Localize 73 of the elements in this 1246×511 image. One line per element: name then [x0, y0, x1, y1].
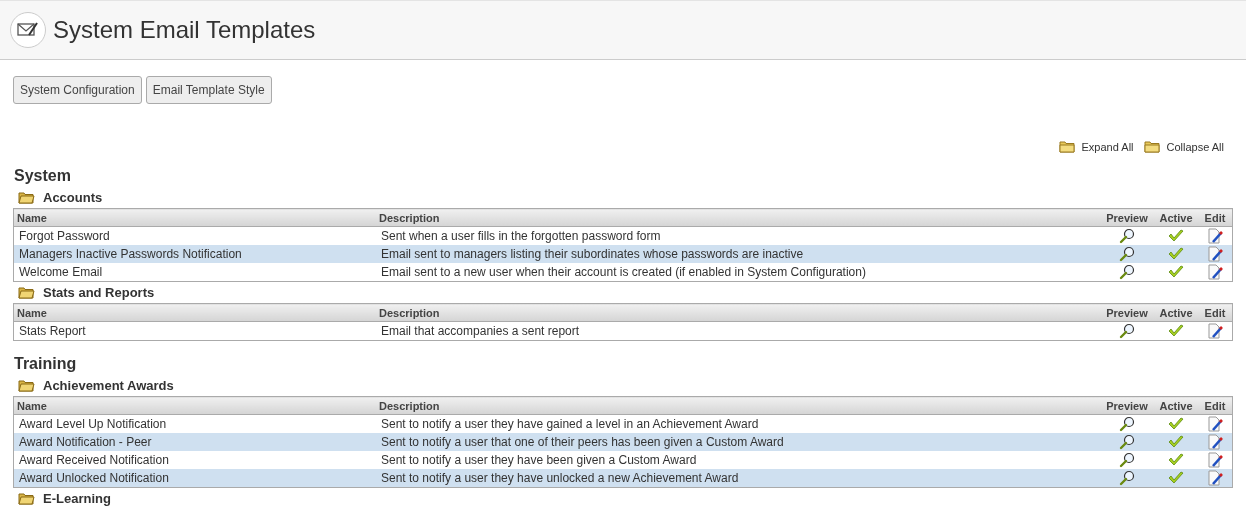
folder-icon[interactable] [18, 492, 35, 505]
search-icon[interactable] [1119, 228, 1135, 244]
checkmark-icon[interactable] [1168, 265, 1184, 279]
template-name: Award Notification - Peer [13, 433, 376, 451]
section-title: System [14, 167, 72, 185]
search-icon[interactable] [1119, 246, 1135, 262]
section-title: Training [14, 355, 78, 373]
template-description: Sent to notify a user they have unlocked a new Achievement Award [376, 469, 1100, 488]
checkmark-icon[interactable] [1168, 453, 1184, 467]
tree-link[interactable]: Collapse All [1166, 140, 1224, 153]
checkmark-icon[interactable] [1168, 435, 1184, 449]
search-icon[interactable] [1119, 264, 1135, 280]
template-name: Forgot Password [13, 226, 376, 245]
column-header: Active [1154, 396, 1198, 415]
column-header: Active [1154, 303, 1198, 322]
column-header: Preview [1100, 396, 1154, 415]
edit-icon[interactable] [1207, 434, 1223, 450]
column-header: Name [13, 303, 376, 322]
checkmark-icon[interactable] [1168, 247, 1184, 261]
template-description: Email sent to a new user when their account is created (if enabled in System Configuration) [376, 263, 1100, 282]
group-title[interactable]: Achievement Awards [43, 378, 174, 393]
folder-icon [1143, 140, 1161, 153]
checkmark-icon[interactable] [1168, 417, 1184, 431]
search-icon[interactable] [1119, 434, 1135, 450]
search-icon[interactable] [1119, 416, 1135, 432]
edit-icon[interactable] [1207, 452, 1223, 468]
edit-icon[interactable] [1207, 416, 1223, 432]
toolbar-button[interactable]: System Configuration [13, 76, 142, 104]
edit-icon[interactable] [1207, 470, 1223, 486]
template-description: Sent to notify a user that one of their peers has been given a Custom Award [376, 433, 1100, 451]
group-title[interactable]: E-Learning [43, 491, 111, 506]
column-header: Active [1154, 208, 1198, 227]
template-description: Sent to notify a user they have been given a Custom Award [376, 451, 1100, 469]
template-description: Email sent to managers listing their subordinates whose passwords are inactive [376, 245, 1100, 263]
column-header: Description [376, 303, 1100, 322]
template-description: Email that accompanies a sent report [376, 321, 1100, 341]
template-description: Sent to notify a user they have gained a level in an Achievement Award [376, 414, 1100, 433]
search-icon[interactable] [1119, 452, 1135, 468]
template-description: Sent when a user fills in the forgotten password form [376, 226, 1100, 245]
folder-icon[interactable] [18, 191, 35, 204]
envelope-icon [10, 12, 46, 48]
edit-icon[interactable] [1207, 323, 1223, 339]
column-header: Edit [1198, 303, 1233, 322]
template-name: Award Unlocked Notification [13, 469, 376, 488]
column-header: Preview [1100, 303, 1154, 322]
template-name: Award Level Up Notification [13, 414, 376, 433]
edit-icon[interactable] [1207, 246, 1223, 262]
checkmark-icon[interactable] [1168, 471, 1184, 485]
search-icon[interactable] [1119, 323, 1135, 339]
group-title[interactable]: Accounts [43, 190, 103, 205]
edit-icon[interactable] [1207, 264, 1223, 280]
search-icon[interactable] [1119, 470, 1135, 486]
folder-icon[interactable] [18, 379, 35, 392]
edit-icon[interactable] [1207, 228, 1223, 244]
folder-icon [1058, 140, 1076, 153]
template-name: Welcome Email [13, 263, 376, 282]
column-header: Name [13, 396, 376, 415]
checkmark-icon[interactable] [1168, 229, 1184, 243]
column-header: Description [376, 208, 1100, 227]
template-name: Managers Inactive Passwords Notification [13, 245, 376, 263]
tree-link[interactable]: Expand All [1081, 140, 1134, 153]
column-header: Description [376, 396, 1100, 415]
page-title: System Email Templates [53, 16, 316, 44]
template-name: Award Received Notification [13, 451, 376, 469]
template-name: Stats Report [13, 321, 376, 341]
column-header: Preview [1100, 208, 1154, 227]
column-header: Name [13, 208, 376, 227]
column-header: Edit [1198, 208, 1233, 227]
toolbar-button[interactable]: Email Template Style [145, 76, 272, 104]
column-header: Edit [1198, 396, 1233, 415]
folder-icon[interactable] [18, 286, 35, 299]
checkmark-icon[interactable] [1168, 324, 1184, 338]
group-title[interactable]: Stats and Reports [43, 285, 155, 300]
